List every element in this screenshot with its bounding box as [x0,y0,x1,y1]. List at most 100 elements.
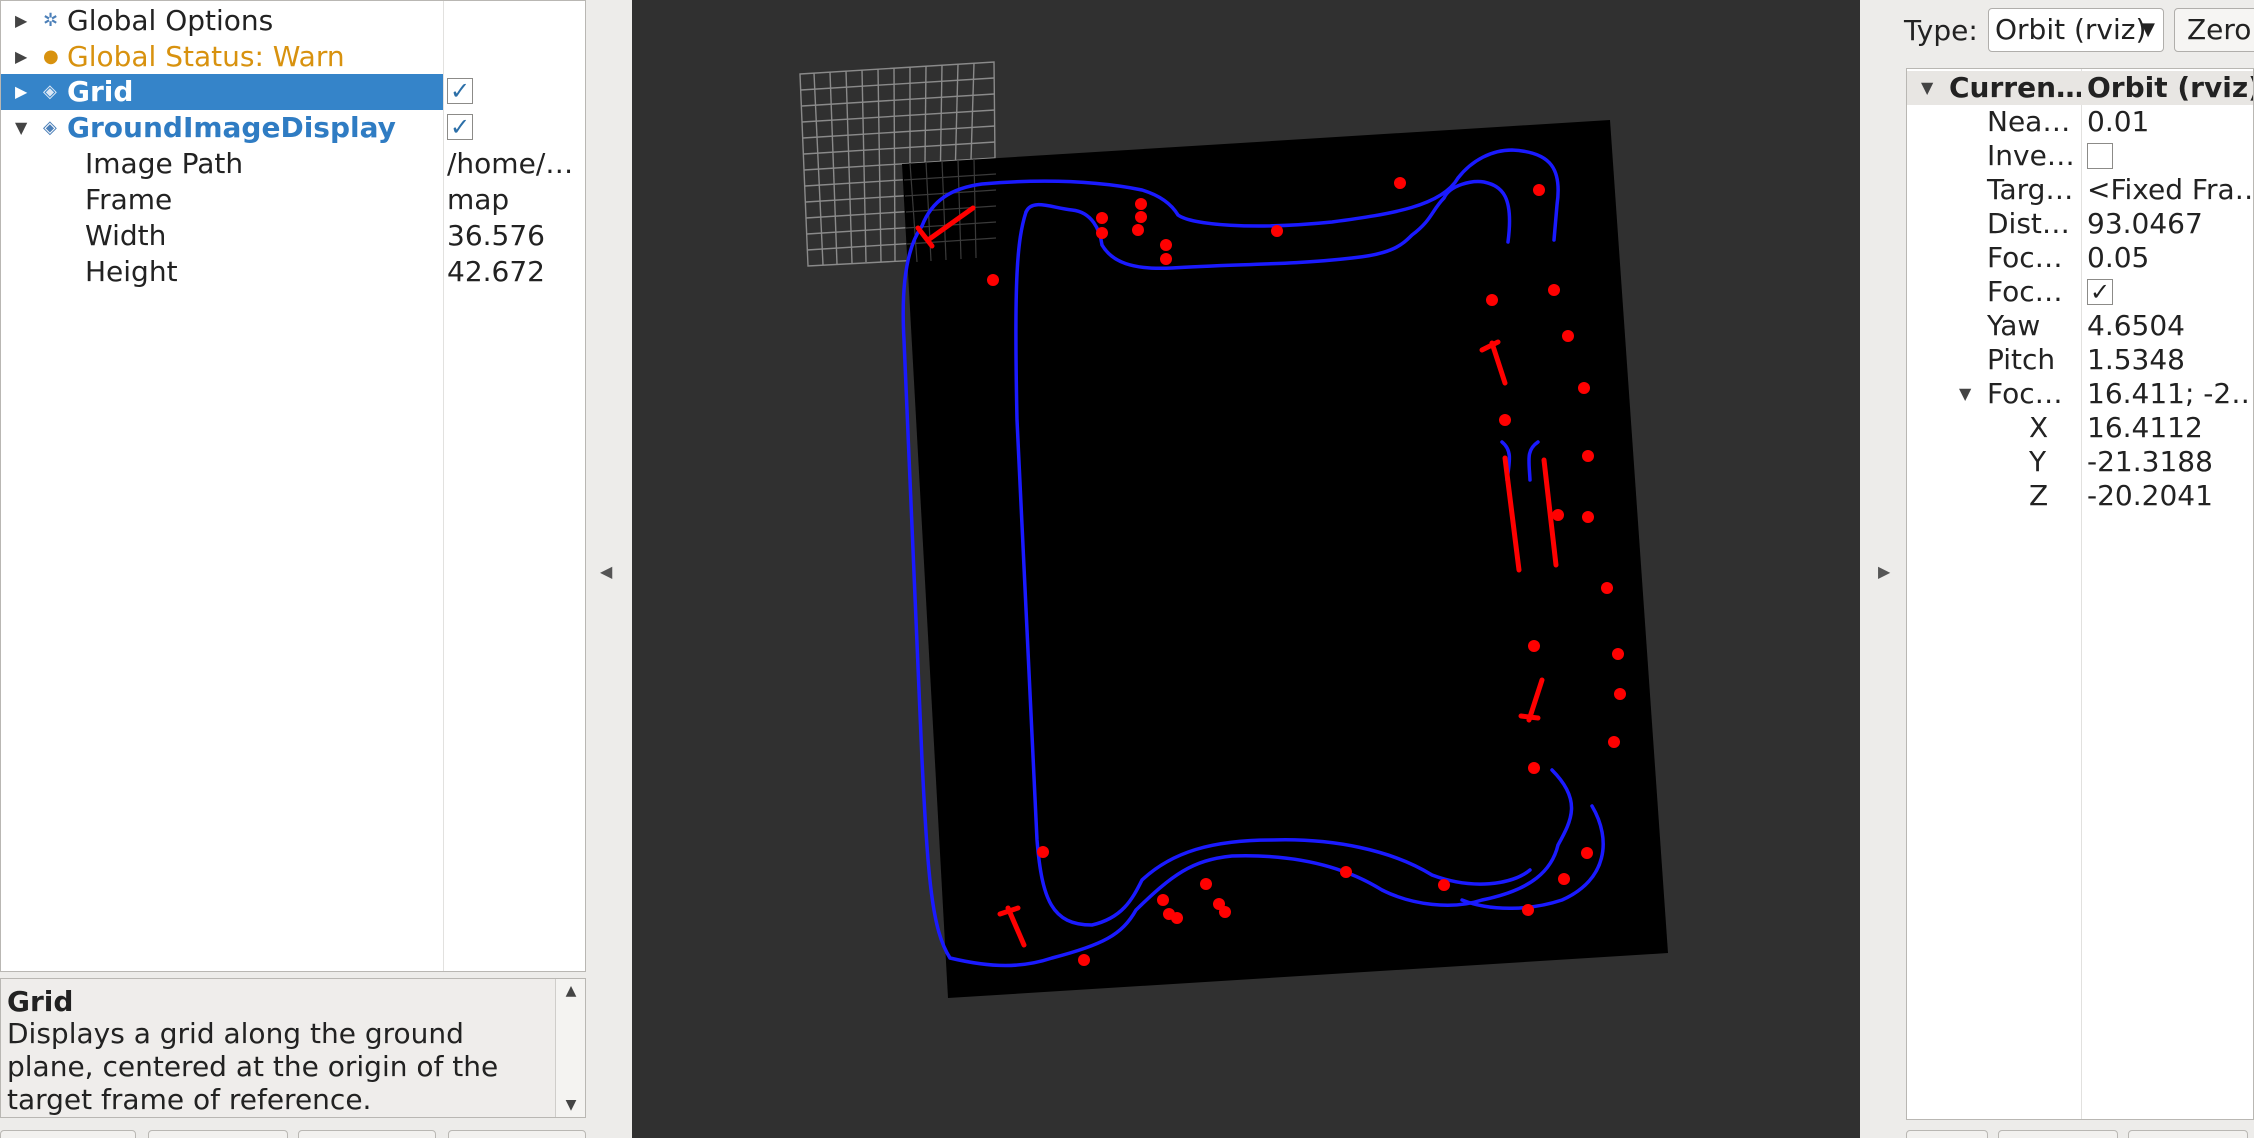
property-value[interactable]: 1.5348 [2083,343,2253,377]
chevron-down-icon: ▼ [2141,19,2155,40]
marker [987,274,999,286]
marker [1582,511,1594,523]
property-label: Pitch [1987,343,2056,376]
view-prop-focal-shape-fixed[interactable]: Foc… ✓ [1907,275,2253,309]
property-width[interactable]: Width 36.576 [1,218,585,254]
collapse-right-panel-icon[interactable]: ▶ [1878,562,1890,581]
property-value[interactable]: 36.576 [443,218,585,254]
scroll-down-icon[interactable]: ▼ [556,1093,585,1117]
display-plugin-icon: ◈ [43,117,57,138]
view-type-select[interactable]: Orbit (rviz) ▼ [1988,8,2164,52]
view-prop-focal-z[interactable]: Z -20.2041 [1907,479,2253,513]
property-label: Dist… [1987,207,2070,240]
remove-display-button[interactable] [298,1130,436,1138]
property-label: Foc… [1987,241,2063,274]
views-tree[interactable]: ▼ Curren… Orbit (rviz) Nea… 0.01 Inve… T… [1906,68,2254,1120]
property-height[interactable]: Height 42.672 [1,254,585,290]
view-prop-focal-x[interactable]: X 16.4112 [1907,411,2253,445]
marker [1578,382,1590,394]
displays-tree[interactable]: ▶ ✲ Global Options ▶ ● Global Status: Wa… [0,0,586,972]
duplicate-display-button[interactable] [148,1130,288,1138]
marker [1614,688,1626,700]
property-value[interactable]: 0.01 [2083,105,2253,139]
marker [1581,847,1593,859]
marker [1078,954,1090,966]
property-value[interactable]: 42.672 [443,254,585,290]
marker [1612,648,1624,660]
scene-canvas[interactable] [632,0,1860,1138]
property-value[interactable]: 16.411; -2… [2083,377,2253,411]
property-label: Y [2029,445,2047,478]
tree-item-label: GroundImageDisplay [67,111,396,144]
warning-status-icon: ● [43,46,59,67]
property-value[interactable]: -21.3188 [2083,445,2253,479]
property-value[interactable]: -20.2041 [2083,479,2253,513]
description-scrollbar[interactable]: ▲ ▼ [555,979,585,1117]
remove-view-button[interactable] [1998,1130,2118,1138]
collapse-arrow-icon[interactable]: ▼ [1959,377,1971,411]
tree-item-global-status[interactable]: ▶ ● Global Status: Warn [1,39,585,75]
marker [1608,736,1620,748]
property-label: Foc… [1987,377,2063,410]
collapse-arrow-icon[interactable]: ▼ [1921,71,1933,105]
property-label: Width [85,219,167,252]
marker [1160,239,1172,251]
gear-icon: ✲ [43,10,59,31]
expand-arrow-icon[interactable]: ▶ [15,74,27,110]
tree-item-grid[interactable]: ▶ ◈ Grid ✓ [1,74,585,110]
marker [1200,878,1212,890]
marker [1394,177,1406,189]
tree-item-value [443,39,585,75]
current-view-row[interactable]: ▼ Curren… Orbit (rviz) [1907,71,2253,105]
marker [1528,640,1540,652]
property-value[interactable]: map [443,182,585,218]
view-prop-focal-shape-size[interactable]: Foc… 0.05 [1907,241,2253,275]
invert-checkbox[interactable] [2087,143,2113,169]
rename-view-button[interactable] [2128,1130,2248,1138]
collapse-arrow-icon[interactable]: ▼ [15,110,27,146]
view-prop-pitch[interactable]: Pitch 1.5348 [1907,343,2253,377]
add-display-button[interactable] [0,1130,136,1138]
tree-item-global-options[interactable]: ▶ ✲ Global Options [1,3,585,39]
marker [1562,330,1574,342]
render-viewport[interactable] [632,0,1860,1138]
property-label: Height [85,255,178,288]
save-view-button[interactable] [1906,1130,1988,1138]
grid-enabled-checkbox[interactable]: ✓ [447,78,473,104]
view-prop-near-clip[interactable]: Nea… 0.01 [1907,105,2253,139]
view-prop-focal-point[interactable]: ▼ Foc… 16.411; -2… [1907,377,2253,411]
property-value[interactable]: 0.05 [2083,241,2253,275]
property-value[interactable]: 16.4112 [2083,411,2253,445]
marker [1548,284,1560,296]
property-value[interactable]: /home/… [443,146,585,182]
expand-arrow-icon[interactable]: ▶ [15,3,27,39]
view-prop-invert-z[interactable]: Inve… [1907,139,2253,173]
ground-image-enabled-checkbox[interactable]: ✓ [447,114,473,140]
view-prop-target-frame[interactable]: Targ… <Fixed Fra… [1907,173,2253,207]
marker [1160,253,1172,265]
marker [1601,582,1613,594]
property-value[interactable]: <Fixed Fra… [2083,173,2253,207]
scroll-up-icon[interactable]: ▲ [556,979,585,1003]
property-label: Image Path [85,147,244,180]
focal-shape-fixed-checkbox[interactable]: ✓ [2087,279,2113,305]
property-label: Targ… [1987,173,2074,206]
marker [1558,873,1570,885]
property-value[interactable]: 93.0467 [2083,207,2253,241]
property-label: Foc… [1987,275,2063,308]
property-image-path[interactable]: Image Path /home/… [1,146,585,182]
view-prop-focal-y[interactable]: Y -21.3188 [1907,445,2253,479]
view-prop-yaw[interactable]: Yaw 4.6504 [1907,309,2253,343]
property-value[interactable]: 4.6504 [2083,309,2253,343]
rename-display-button[interactable] [448,1130,586,1138]
property-frame[interactable]: Frame map [1,182,585,218]
view-prop-distance[interactable]: Dist… 93.0467 [1907,207,2253,241]
property-label: Inve… [1987,139,2075,172]
marker [1552,509,1564,521]
collapse-left-panel-icon[interactable]: ◀ [600,562,612,581]
expand-arrow-icon[interactable]: ▶ [15,39,27,75]
grid-display-icon: ◈ [43,81,57,102]
zero-button[interactable]: Zero [2174,8,2254,52]
tree-item-ground-image-display[interactable]: ▼ ◈ GroundImageDisplay ✓ [1,110,585,146]
tree-item-label: Grid [67,75,134,108]
